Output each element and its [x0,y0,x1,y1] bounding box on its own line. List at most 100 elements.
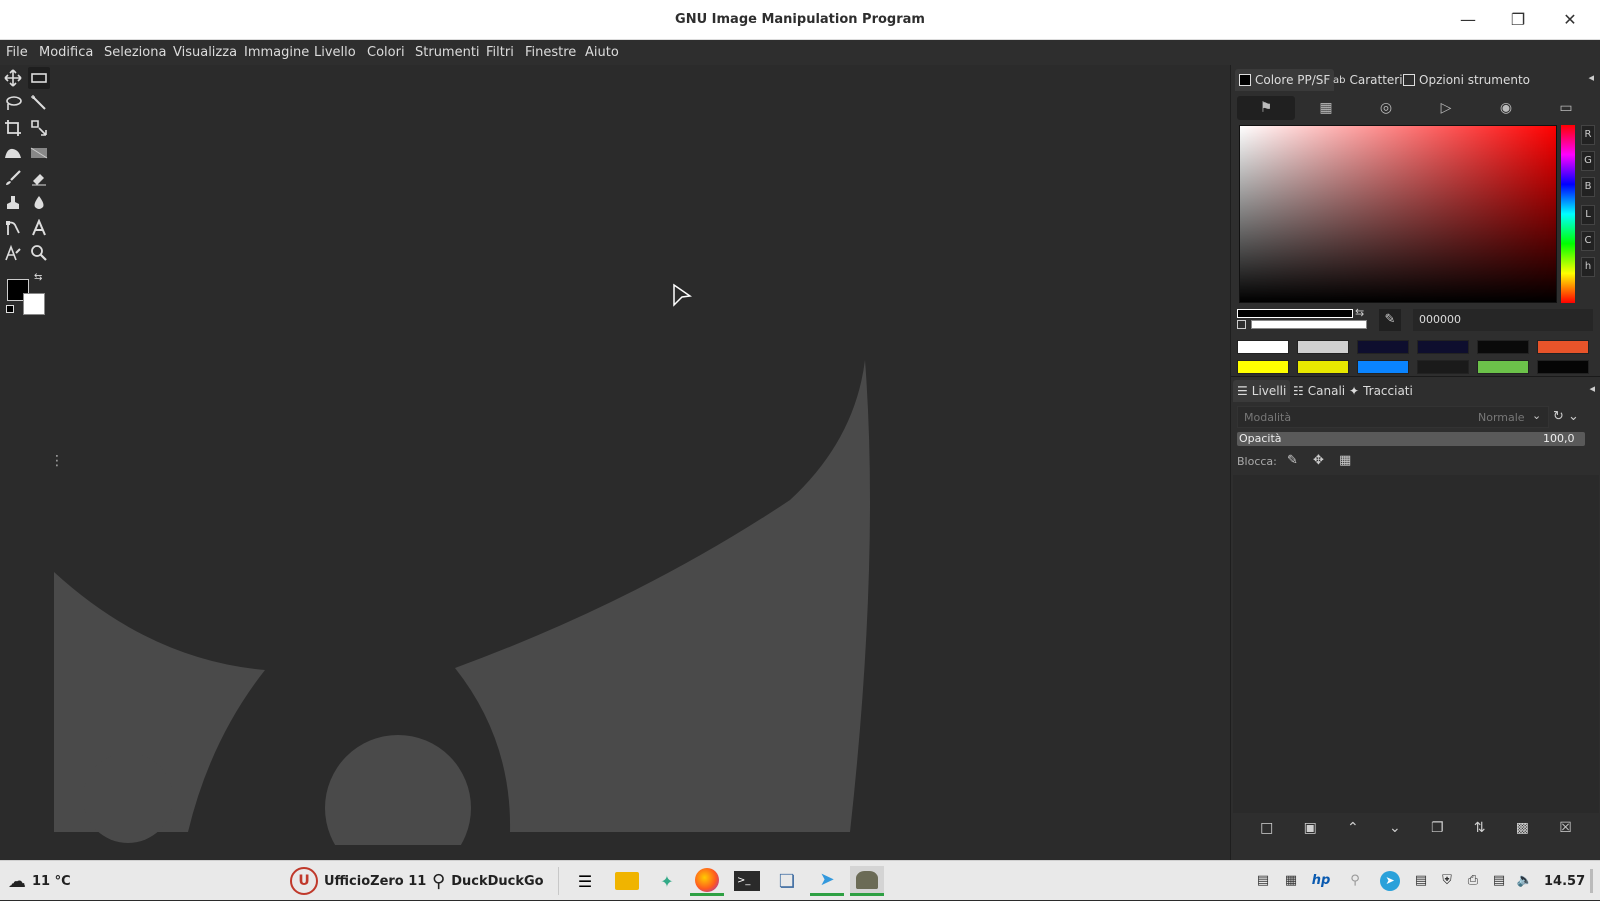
swatch[interactable] [1477,360,1529,374]
menu-colori[interactable]: Colori [367,45,405,60]
volume-icon[interactable]: 🔈 [1516,873,1534,889]
network-icon[interactable]: ▤ [1490,873,1508,889]
swatch[interactable] [1297,340,1349,354]
terminal-icon[interactable]: >_ [730,866,764,896]
weather-widget[interactable]: ☁ 11 °C [8,861,71,901]
swatch[interactable] [1417,340,1469,354]
color-picker-area[interactable] [1239,125,1557,303]
watercolor-selector-icon[interactable]: ◉ [1477,96,1535,120]
tab-caratteri[interactable]: ab Caratteri [1329,69,1407,91]
delete-layer-icon[interactable]: ☒ [1559,820,1572,836]
network-usage-icon[interactable]: ▦ [1282,873,1300,889]
mode-reset-icon[interactable]: ↻ ⌄ [1553,406,1593,428]
dock-menu-icon[interactable]: ◂ [1589,382,1595,395]
layers-list[interactable] [1233,475,1599,813]
swap-colors-icon[interactable]: ⇆ [34,272,42,283]
gradient-tool-icon[interactable] [28,142,50,164]
handle-icon[interactable]: ⋮ [50,453,64,469]
menu-modifica[interactable]: Modifica [39,45,93,60]
scales-selector-icon[interactable]: ▭ [1537,96,1595,120]
swatch[interactable] [1417,360,1469,374]
tab-canali[interactable]: ☷ Canali [1289,380,1349,402]
eyedropper-icon[interactable]: ✎ [1379,309,1401,331]
files-icon[interactable] [610,866,644,896]
color-picker-tool-icon[interactable] [2,242,24,264]
mode-select[interactable]: Modalità Normale ⌄ [1237,406,1549,428]
menu-seleziona[interactable]: Seleziona [104,45,166,60]
tab-livelli[interactable]: ☰ Livelli [1233,380,1291,402]
merge-layer-icon[interactable]: ⇅ [1474,820,1486,836]
wheel-selector-icon[interactable]: ▷ [1417,96,1475,120]
swatch[interactable] [1537,340,1589,354]
location-icon[interactable]: ⚲ [1346,873,1364,889]
channel-b[interactable]: B [1581,177,1595,197]
duckduckgo-search[interactable]: ⚲ DuckDuckGo [432,861,544,901]
restore-button[interactable]: ❐ [1502,6,1534,34]
menu-livello[interactable]: Livello [314,45,356,60]
menu-filtri[interactable]: Filtri [486,45,514,60]
raise-layer-icon[interactable]: ⌃ [1347,820,1359,836]
swatch[interactable] [1237,340,1289,354]
lock-pixels-icon[interactable]: ✎ [1287,453,1298,468]
swatch[interactable] [1477,340,1529,354]
clone-tool-icon[interactable] [2,192,24,214]
fg-color-bar[interactable] [1237,309,1353,318]
tab-opzioni-strumento[interactable]: Opzioni strumento [1399,69,1534,91]
ufficiozero-button[interactable]: U UfficioZero 11 [290,861,426,901]
move-tool-icon[interactable] [2,67,24,89]
lock-alpha-icon[interactable]: ▦ [1339,453,1351,468]
swatch[interactable] [1537,360,1589,374]
crop-tool-icon[interactable] [2,117,24,139]
channel-r[interactable]: R [1581,125,1595,145]
lock-position-icon[interactable]: ✥ [1313,453,1324,468]
menu-file[interactable]: File [6,45,28,60]
telegram-icon[interactable]: ➤ [810,866,844,896]
close-button[interactable]: ✕ [1554,6,1586,34]
menu-strumenti[interactable]: Strumenti [415,45,480,60]
warp-tool-icon[interactable] [2,142,24,164]
default-colors-icon[interactable] [6,305,14,313]
swatch[interactable] [1297,360,1349,374]
channel-c[interactable]: C [1581,231,1595,251]
channel-h[interactable]: h [1581,257,1595,277]
firefox-icon[interactable] [690,866,724,896]
tab-tracciati[interactable]: ✦ Tracciati [1345,380,1417,402]
smudge-tool-icon[interactable] [28,192,50,214]
clock[interactable]: 14.57 [1544,861,1585,901]
menu-immagine[interactable]: Immagine [244,45,309,60]
swatch[interactable] [1357,340,1409,354]
hex-color-input[interactable]: 000000 [1413,309,1593,331]
opacity-slider[interactable]: Opacità 100,0 [1237,432,1585,446]
paths-tool-icon[interactable] [2,217,24,239]
virtualbox-icon[interactable]: ❏ [770,866,804,896]
menu-visualizza[interactable]: Visualizza [173,45,237,60]
dock-menu-icon[interactable]: ◂ [1588,71,1594,84]
drive-icon[interactable]: ▤ [1412,873,1430,889]
swatch[interactable] [1357,360,1409,374]
duplicate-layer-icon[interactable]: ❐ [1431,820,1444,836]
minimize-button[interactable]: — [1452,6,1484,34]
shield-icon[interactable]: ⛨ [1438,873,1456,889]
swap-colors-icon[interactable]: ⇆ [1355,306,1364,319]
zoom-tool-icon[interactable] [28,242,50,264]
menu-finestre[interactable]: Finestre [525,45,576,60]
hp-icon[interactable]: hp [1308,873,1334,889]
new-group-icon[interactable]: ▣ [1304,820,1317,836]
swatch[interactable] [1237,360,1289,374]
mask-layer-icon[interactable]: ▩ [1516,820,1529,836]
gimp-icon[interactable] [850,866,884,896]
workspaces-icon[interactable]: ☰ [568,866,602,896]
cmyk-selector-icon[interactable]: ▦ [1297,96,1355,120]
background-color[interactable] [23,293,45,315]
show-desktop-button[interactable] [1590,869,1593,893]
channel-g[interactable]: G [1581,151,1595,171]
canvas-workspace[interactable]: ⋮ [0,65,1230,845]
paintbrush-tool-icon[interactable] [2,167,24,189]
hue-slider[interactable] [1561,125,1575,303]
fuzzy-select-tool-icon[interactable] [28,92,50,114]
printer-icon[interactable]: ⎙ [1464,873,1482,889]
lasso-tool-icon[interactable] [2,92,24,114]
default-colors-icon[interactable] [1237,320,1246,329]
trash-icon[interactable]: ▤ [1254,873,1272,889]
menu-aiuto[interactable]: Aiuto [585,45,619,60]
